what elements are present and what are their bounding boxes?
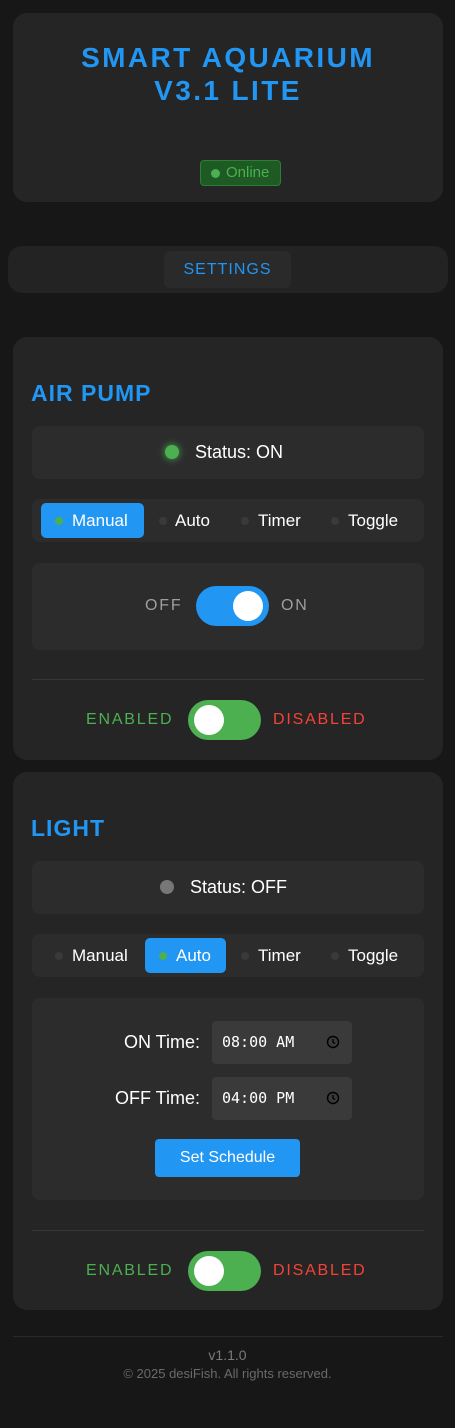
mode-label: Timer	[258, 511, 301, 530]
mode-dot-icon	[55, 952, 63, 960]
settings-bar: SETTINGS	[8, 246, 448, 293]
mode-label: Manual	[72, 946, 128, 965]
mode-dot-icon	[159, 952, 167, 960]
air-pump-enabled-label: ENABLED	[86, 711, 174, 728]
light-mode-auto[interactable]: Auto	[145, 938, 226, 973]
light-card: LIGHT Status: OFF Manual Auto Timer Togg…	[13, 772, 443, 1310]
app-title-line2: V3.1 LITE	[154, 75, 302, 106]
divider	[32, 679, 424, 680]
online-dot-icon	[211, 169, 220, 178]
app-version: v1.1.0	[208, 1347, 247, 1363]
mode-label: Manual	[72, 511, 128, 530]
clock-icon[interactable]	[326, 1035, 340, 1049]
app-title: SMART AQUARIUM V3.1 LITE	[13, 41, 443, 107]
mode-label: Toggle	[348, 511, 399, 530]
on-time-value: 08:00 AM	[222, 1033, 295, 1051]
light-title: LIGHT	[31, 815, 105, 841]
toggle-knob	[233, 591, 263, 621]
mode-dot-icon	[331, 517, 339, 525]
light-mode-manual[interactable]: Manual	[41, 938, 141, 973]
light-status-panel: Status: OFF	[32, 861, 424, 914]
mode-label: Timer	[258, 946, 301, 965]
air-pump-power-toggle[interactable]	[196, 586, 269, 626]
mode-dot-icon	[55, 517, 63, 525]
mode-dot-icon	[241, 517, 249, 525]
light-enabled-label: ENABLED	[86, 1262, 174, 1279]
light-mode-toggle[interactable]: Toggle	[322, 938, 420, 973]
off-time-input[interactable]: 04:00 PM	[212, 1077, 352, 1120]
light-disabled-label: DISABLED	[273, 1262, 367, 1279]
mode-label: Auto	[176, 946, 211, 965]
status-on-dot-icon	[165, 445, 179, 459]
mode-label: Toggle	[348, 946, 399, 965]
on-time-input[interactable]: 08:00 AM	[212, 1021, 352, 1064]
online-status-badge: Online	[200, 160, 281, 186]
settings-button[interactable]: SETTINGS	[164, 251, 291, 288]
light-schedule-panel: ON Time: 08:00 AM OFF Time: 04:00 PM Set…	[32, 998, 424, 1200]
air-pump-status-text: Status: ON	[195, 442, 284, 462]
air-pump-disabled-label: DISABLED	[273, 711, 367, 728]
manual-off-label: OFF	[145, 597, 183, 614]
light-mode-selector: Manual Auto Timer Toggle	[32, 934, 424, 977]
toggle-knob	[194, 1256, 224, 1286]
off-time-value: 04:00 PM	[222, 1089, 295, 1107]
on-time-label: ON Time:	[123, 1032, 200, 1052]
air-pump-title: AIR PUMP	[31, 380, 152, 406]
light-mode-timer[interactable]: Timer	[230, 938, 318, 973]
air-pump-card: AIR PUMP Status: ON Manual Auto Timer To…	[13, 337, 443, 760]
footer-divider	[13, 1336, 443, 1337]
toggle-knob	[194, 705, 224, 735]
air-pump-manual-panel: OFF ON	[32, 563, 424, 650]
air-pump-mode-timer[interactable]: Timer	[230, 503, 318, 538]
air-pump-status-panel: Status: ON	[32, 426, 424, 479]
mode-dot-icon	[159, 517, 167, 525]
mode-label: Auto	[175, 511, 210, 530]
divider	[32, 1230, 424, 1231]
manual-on-label: ON	[281, 597, 309, 614]
air-pump-mode-auto[interactable]: Auto	[148, 503, 228, 538]
app-title-line1: SMART AQUARIUM	[81, 42, 375, 73]
copyright-text: © 2025 desiFish. All rights reserved.	[123, 1366, 332, 1381]
air-pump-mode-manual[interactable]: Manual	[41, 503, 144, 538]
light-enable-toggle[interactable]	[188, 1251, 261, 1291]
header-card: SMART AQUARIUM V3.1 LITE Online	[13, 13, 443, 202]
status-off-dot-icon	[160, 880, 174, 894]
mode-dot-icon	[241, 952, 249, 960]
air-pump-enable-toggle[interactable]	[188, 700, 261, 740]
light-status-text: Status: OFF	[190, 877, 288, 897]
online-status-label: Online	[226, 164, 270, 181]
clock-icon[interactable]	[326, 1091, 340, 1105]
air-pump-mode-toggle[interactable]: Toggle	[322, 503, 420, 538]
mode-dot-icon	[331, 952, 339, 960]
off-time-label: OFF Time:	[115, 1088, 200, 1108]
set-schedule-button[interactable]: Set Schedule	[155, 1139, 300, 1177]
air-pump-mode-selector: Manual Auto Timer Toggle	[32, 499, 424, 542]
